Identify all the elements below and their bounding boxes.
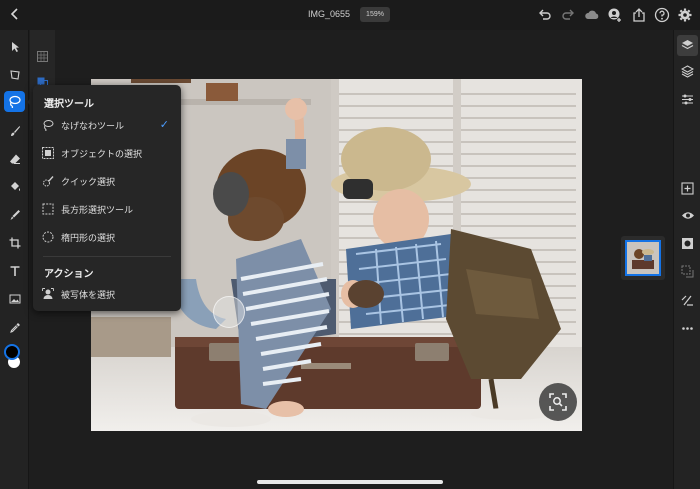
menu-item-label: 楕円形の選択: [61, 233, 116, 244]
lasso-tool-icon[interactable]: [4, 91, 25, 112]
select-subject-icon: [41, 287, 55, 301]
object-select-icon: [41, 146, 55, 160]
brush-tool-icon[interactable]: [4, 120, 25, 141]
ellipse-marquee-icon: [41, 230, 55, 244]
menu-item-label: なげなわツール: [61, 121, 125, 132]
quick-select-icon: [41, 174, 55, 188]
help-icon[interactable]: [654, 7, 670, 23]
undo-icon[interactable]: [537, 7, 553, 23]
layer-properties-icon[interactable]: [679, 63, 696, 80]
settings-gear-icon[interactable]: [677, 7, 693, 23]
menu-item-label: 長方形選択ツール: [61, 205, 134, 216]
eraser-tool-icon[interactable]: [4, 148, 25, 169]
cloud-icon[interactable]: [584, 7, 600, 23]
right-toolbar: [673, 30, 700, 489]
clip-icon[interactable]: [679, 263, 696, 280]
layer-options-icon[interactable]: [37, 73, 48, 88]
menu-item-label: オブジェクトの選択: [61, 149, 143, 160]
layers-icon[interactable]: [677, 35, 698, 56]
add-layer-icon[interactable]: [679, 180, 696, 197]
menu-item-label: 被写体を選択: [61, 290, 116, 301]
rect-marquee-icon: [41, 202, 55, 216]
crop-tool-icon[interactable]: [4, 232, 25, 253]
mask-icon[interactable]: [679, 235, 696, 252]
menu-item-lasso[interactable]: なげなわツール ✓: [41, 114, 175, 136]
selection-tools-menu: 選択ツール なげなわツール ✓ オブジェクトの選択 クイック選択 長方形選択ツー…: [33, 85, 181, 311]
menu-section-title: 選択ツール: [44, 99, 94, 110]
menu-item-quick-select[interactable]: クイック選択: [41, 170, 175, 192]
adjustments-icon[interactable]: [679, 91, 696, 108]
healing-tool-icon[interactable]: [4, 204, 25, 225]
home-indicator[interactable]: [257, 480, 443, 484]
layer-thumbnail[interactable]: [621, 236, 665, 280]
document-title[interactable]: IMG_0655: [308, 9, 350, 19]
checkmark-icon: ✓: [159, 118, 169, 131]
top-bar: IMG_0655 159%: [0, 0, 700, 30]
more-icon[interactable]: [679, 320, 696, 337]
menu-item-rect-marquee[interactable]: 長方形選択ツール: [41, 198, 175, 220]
menu-item-object-select[interactable]: オブジェクトの選択: [41, 142, 175, 164]
menu-actions-title: アクション: [44, 269, 94, 280]
share-icon[interactable]: [631, 7, 647, 23]
back-chevron-icon[interactable]: [7, 6, 23, 22]
menu-item-ellipse-marquee[interactable]: 楕円形の選択: [41, 226, 175, 248]
invite-user-icon[interactable]: [607, 7, 623, 23]
fx-icon[interactable]: [679, 292, 696, 309]
fill-tool-icon[interactable]: [4, 176, 25, 197]
foreground-color-swatch[interactable]: [4, 344, 20, 360]
transform-tool-icon[interactable]: [4, 64, 25, 85]
left-toolbar: [0, 30, 29, 489]
selection-scan-button[interactable]: [539, 383, 577, 421]
zoom-level-badge[interactable]: 159%: [360, 7, 390, 22]
touch-indicator: [213, 296, 245, 328]
redo-icon[interactable]: [560, 7, 576, 23]
image-tool-icon[interactable]: [4, 288, 25, 309]
visibility-icon[interactable]: [679, 207, 696, 224]
type-tool-icon[interactable]: [4, 260, 25, 281]
lasso-icon: [41, 118, 55, 132]
menu-item-select-subject[interactable]: 被写体を選択: [41, 283, 175, 305]
menu-item-label: クイック選択: [61, 177, 116, 188]
move-tool-icon[interactable]: [4, 36, 25, 57]
menu-divider: [43, 256, 171, 257]
grid-options-icon[interactable]: [37, 47, 48, 62]
eyedropper-tool-icon[interactable]: [4, 317, 25, 338]
